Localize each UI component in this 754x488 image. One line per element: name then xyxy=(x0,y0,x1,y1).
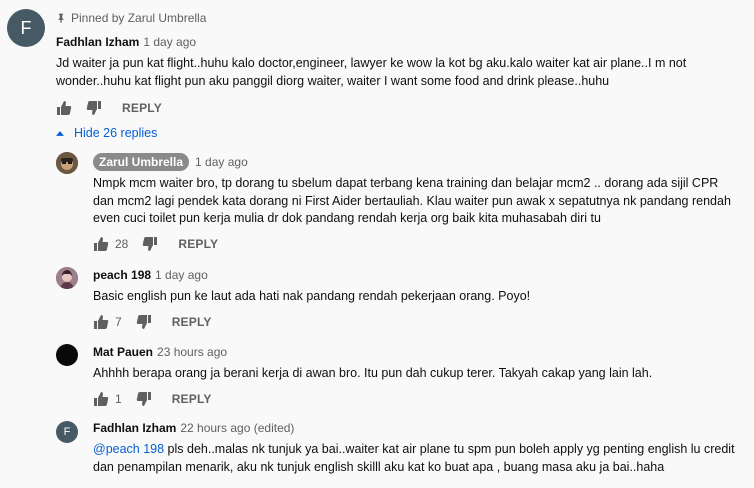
comment-text: Basic english pun ke laut ada hati nak p… xyxy=(93,288,748,306)
avatar-letter: F xyxy=(20,17,32,38)
like-count: 1 xyxy=(115,392,122,406)
comment-header: Zarul Umbrella 1 day ago xyxy=(93,153,248,171)
timestamp[interactable]: 23 hours ago xyxy=(157,345,227,359)
timestamp[interactable]: 1 day ago xyxy=(195,155,248,169)
comment-text: Jd waiter ja pun kat flight..huhu kalo d… xyxy=(56,55,746,90)
like-count: 28 xyxy=(115,237,129,251)
comment-line-rest: pls deh..malas nk tunjuk ya bai..waiter … xyxy=(164,442,735,456)
reply-button[interactable]: REPLY xyxy=(172,392,212,406)
timestamp[interactable]: 1 day ago xyxy=(143,35,196,49)
comment-line: Jd waiter ja pun kat flight..huhu kalo d… xyxy=(56,56,687,70)
creator-badge[interactable]: Zarul Umbrella xyxy=(93,153,190,171)
comment-header: peach 198 1 day ago xyxy=(93,268,208,282)
thumb-down-icon[interactable] xyxy=(142,236,158,252)
comment-header: Fadhlan Izham 22 hours ago (edited) xyxy=(93,421,294,435)
thumb-up-icon[interactable] xyxy=(93,236,109,252)
avatar-image xyxy=(56,152,78,174)
avatar[interactable] xyxy=(56,267,78,289)
pin-icon xyxy=(58,13,64,23)
thumb-down-icon[interactable] xyxy=(136,391,152,407)
mention-link[interactable]: @peach 198 xyxy=(93,442,164,456)
avatar-image xyxy=(56,267,78,289)
thumb-up-icon[interactable] xyxy=(56,100,72,116)
timestamp[interactable]: 1 day ago xyxy=(155,268,208,282)
thumb-down-icon[interactable] xyxy=(136,314,152,330)
comment-line: @peach 198 pls deh..malas nk tunjuk ya b… xyxy=(93,441,748,459)
reply-button[interactable]: REPLY xyxy=(178,237,218,251)
comment-actions: 1 REPLY xyxy=(93,391,212,407)
comment-line: wonder..huhu kat flight pun aku panggil … xyxy=(56,73,610,88)
reply-button[interactable]: REPLY xyxy=(122,101,162,115)
avatar[interactable] xyxy=(56,344,78,366)
like-count: 7 xyxy=(115,315,122,329)
comment-actions: 7 REPLY xyxy=(93,314,212,330)
chevron-up-icon xyxy=(56,130,64,136)
author-name[interactable]: Fadhlan Izham xyxy=(93,421,176,435)
comment-text: Ahhhh berapa orang ja berani kerja di aw… xyxy=(93,365,748,383)
pinned-text: Pinned by Zarul Umbrella xyxy=(71,11,207,25)
comment-header: Mat Pauen 23 hours ago xyxy=(93,345,227,359)
author-name[interactable]: Fadhlan Izham xyxy=(56,35,139,49)
comment-line: Basic english pun ke laut ada hati nak p… xyxy=(93,289,531,303)
comment-actions: 28 REPLY xyxy=(93,236,218,252)
thumb-up-icon[interactable] xyxy=(93,314,109,330)
reply-button[interactable]: REPLY xyxy=(172,315,212,329)
comment-line: dan mcm2 lagi pendek kata dorang ni Firs… xyxy=(93,193,731,208)
timestamp[interactable]: 22 hours ago (edited) xyxy=(180,421,294,435)
hide-replies-button[interactable]: Hide 26 replies xyxy=(56,126,157,140)
thumb-down-icon[interactable] xyxy=(86,100,102,116)
comment-text: @peach 198 pls deh..malas nk tunjuk ya b… xyxy=(93,441,748,476)
avatar[interactable]: F xyxy=(7,9,45,47)
comment-line: dan penampilan menarik, aku nk tunjuk en… xyxy=(93,459,665,474)
comment-line: Ahhhh berapa orang ja berani kerja di aw… xyxy=(93,366,653,380)
avatar[interactable] xyxy=(56,152,78,174)
comment-actions: REPLY xyxy=(56,100,162,116)
pinned-label: Pinned by Zarul Umbrella xyxy=(56,11,206,25)
author-name[interactable]: peach 198 xyxy=(93,268,151,282)
comment-text: Nmpk mcm waiter bro, tp dorang tu sbelum… xyxy=(93,175,748,228)
comment-line: even cuci toilet pun kerja mulia dr dok … xyxy=(93,211,601,226)
avatar-letter: F xyxy=(63,426,71,438)
avatar[interactable]: F xyxy=(56,421,78,443)
comment-header: Fadhlan Izham 1 day ago xyxy=(56,35,196,49)
thumb-up-icon[interactable] xyxy=(93,391,109,407)
hide-replies-label: Hide 26 replies xyxy=(74,126,158,140)
comment-line: Nmpk mcm waiter bro, tp dorang tu sbelum… xyxy=(93,176,719,190)
author-name[interactable]: Mat Pauen xyxy=(93,345,153,359)
